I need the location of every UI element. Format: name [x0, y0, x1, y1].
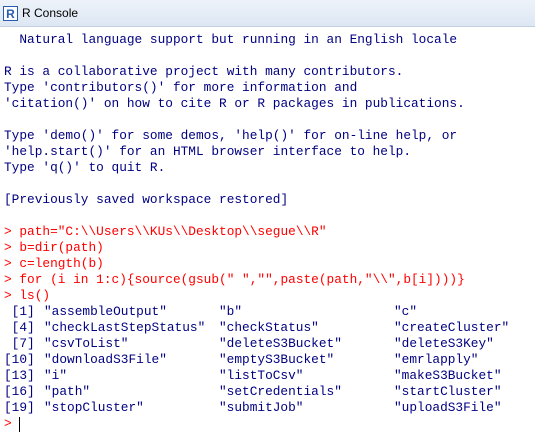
ls-item: "emrlapply": [394, 352, 479, 367]
svg-text:R: R: [6, 7, 15, 21]
ls-index: [7]: [4, 336, 35, 351]
console-output-line: Type 'q()' to quit R.: [4, 160, 166, 175]
ls-item: "startCluster": [394, 384, 502, 399]
ls-item: "deleteS3Bucket": [219, 336, 342, 351]
console-command-line: > b=dir(path): [4, 240, 104, 255]
ls-item: "submitJob": [219, 400, 304, 415]
ls-item: "deleteS3Key": [394, 336, 494, 351]
console-output-line: [Previously saved workspace restored]: [4, 192, 289, 207]
ls-item: "makeS3Bucket": [394, 368, 502, 383]
ls-item: "setCredentials": [219, 384, 342, 399]
console-output-line: Type 'contributors()' for more informati…: [4, 80, 358, 95]
ls-item: "uploadS3File": [394, 400, 502, 415]
console-output-line: R is a collaborative project with many c…: [4, 64, 404, 79]
ls-item: "assembleOutput": [44, 304, 167, 319]
r-logo-icon: R: [3, 6, 18, 21]
title-bar[interactable]: R R Console: [0, 0, 535, 27]
ls-item: "b": [219, 304, 243, 319]
console-output-line: 'citation()' on how to cite R or R packa…: [4, 96, 465, 111]
ls-index: [4]: [4, 320, 35, 335]
console-output-line: Type 'demo()' for some demos, 'help()' f…: [4, 128, 458, 143]
ls-item: "i": [44, 368, 68, 383]
console-area[interactable]: Natural language support but running in …: [0, 28, 535, 438]
ls-index: [19]: [4, 400, 35, 415]
window-title: R Console: [22, 6, 79, 20]
ls-item: "checkLastStepStatus": [44, 320, 206, 335]
console-command-line: > for (i in 1:c){source(gsub(" ","",past…: [4, 272, 465, 287]
console-command-line: > c=length(b): [4, 256, 104, 271]
ls-item: "emptyS3Bucket": [219, 352, 335, 367]
ls-item: "stopCluster": [44, 400, 144, 415]
ls-item: "checkStatus": [219, 320, 319, 335]
ls-index: [16]: [4, 384, 35, 399]
ls-index: [10]: [4, 352, 35, 367]
ls-item: "csvToList": [44, 336, 129, 351]
text-cursor: [19, 417, 20, 432]
console-command-line: > path="C:\\Users\\KUs\\Desktop\\segue\\…: [4, 224, 327, 239]
ls-item: "c": [394, 304, 418, 319]
console-prompt[interactable]: >: [4, 416, 19, 432]
console-output-line: Natural language support but running in …: [4, 32, 458, 47]
ls-index: [1]: [4, 304, 35, 319]
ls-item: "downloadS3File": [44, 352, 167, 367]
console-output-line: 'help.start()' for an HTML browser inter…: [4, 144, 412, 159]
ls-item: "path": [44, 384, 91, 399]
ls-item: "listToCsv": [219, 368, 304, 383]
ls-item: "createCluster": [394, 320, 510, 335]
ls-index: [13]: [4, 368, 35, 383]
console-command-line: > ls(): [4, 288, 51, 303]
